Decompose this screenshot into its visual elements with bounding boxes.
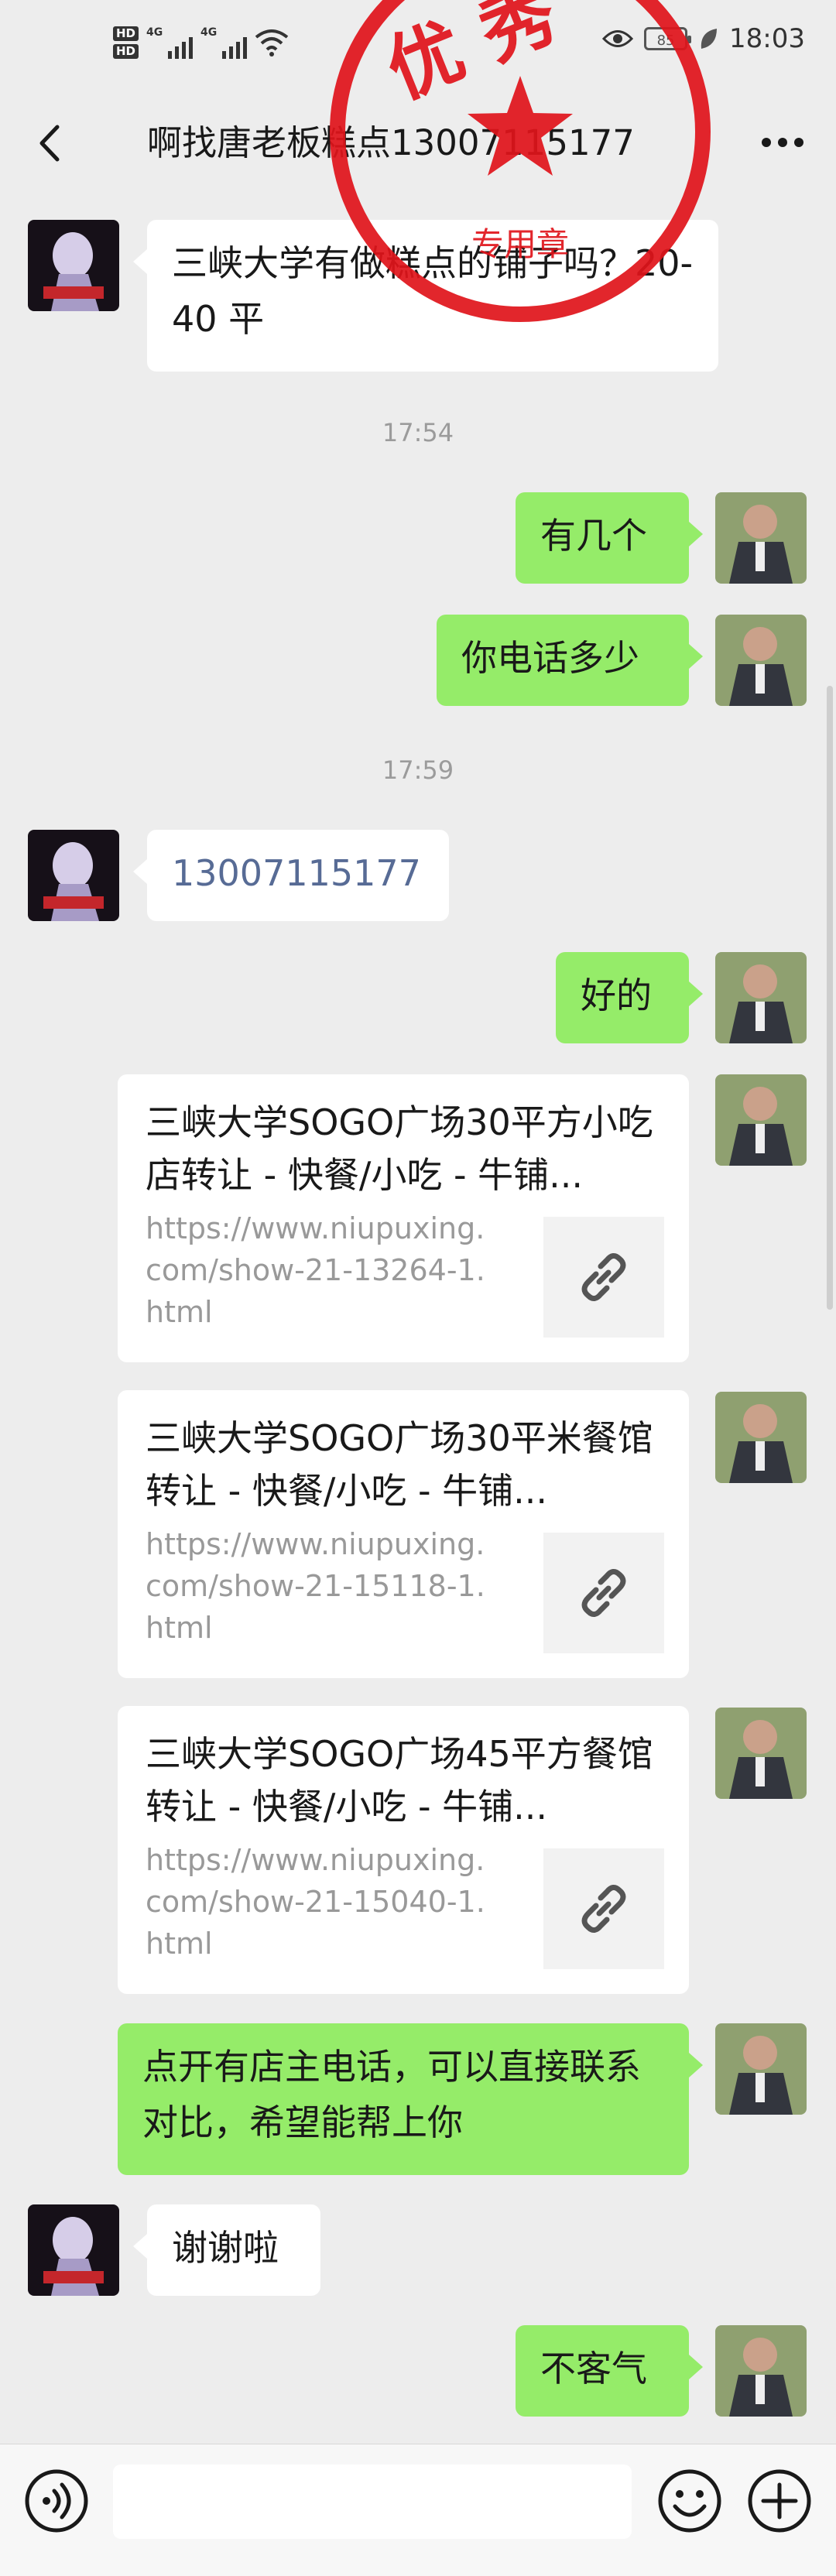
chevron-left-icon [39,125,60,162]
avatar-image [715,1708,807,1799]
message-input[interactable] [113,2465,632,2539]
message-bubble[interactable]: 三峡大学有做糕点的铺子吗？20-40 平 [133,220,718,372]
phone-number-link[interactable]: 13007115177 [133,830,449,921]
more-dots-icon [762,138,803,147]
timestamp: 17:59 [382,755,454,785]
hd-badges: HD HD [113,26,139,59]
link-title: 三峡大学SOGO广场45平方餐馆转让 - 快餐/小吃 - 牛铺... [146,1733,653,1828]
status-indicators: HD HD 4G 4G [113,26,289,59]
link-title: 三峡大学SOGO广场30平方小吃店转让 - 快餐/小吃 - 牛铺... [146,1101,653,1196]
clock: 18:03 [729,23,805,54]
battery-icon: 85 [644,27,692,50]
avatar-image [715,1074,807,1166]
message-bubble[interactable]: 你电话多少 [437,615,703,706]
message-bubble[interactable]: 点开有店主电话，可以直接联系对比，希望能帮上你 [118,2023,703,2175]
avatar-image [715,2325,807,2417]
avatar-image [28,220,119,311]
signal-icon: 4G [200,26,248,59]
chat-header: 啊找唐老板糕点13007115177 [0,101,836,186]
back-button[interactable] [22,116,76,170]
more-button[interactable] [755,119,810,166]
link-card[interactable]: 三峡大学SOGO广场30平米餐馆转让 - 快餐/小吃 - 牛铺... https… [118,1390,689,1678]
wifi-icon [255,29,289,57]
avatar[interactable] [28,830,119,921]
status-right: 85 18:03 [602,23,805,54]
avatar[interactable] [715,2325,807,2417]
avatar-image [715,615,807,706]
avatar-image [715,492,807,584]
link-thumbnail [543,1848,664,1969]
hd-badge: HD [113,44,139,59]
link-card[interactable]: 三峡大学SOGO广场45平方餐馆转让 - 快餐/小吃 - 牛铺... https… [118,1706,689,1994]
timestamp: 17:54 [382,418,454,447]
link-thumbnail [543,1217,664,1338]
avatar[interactable] [715,615,807,706]
avatar-image [715,2023,807,2115]
eye-icon [602,30,634,47]
input-bar [0,2444,836,2576]
avatar[interactable] [715,1392,807,1483]
link-card[interactable]: 三峡大学SOGO广场30平方小吃店转让 - 快餐/小吃 - 牛铺... http… [118,1074,689,1362]
link-url: https://www.niupuxing.com/show-21-15040-… [146,1843,485,1961]
avatar[interactable] [715,2023,807,2115]
link-icon [581,1253,626,1301]
plus-icon[interactable] [746,2468,813,2534]
avatar[interactable] [28,220,119,311]
link-thumbnail [543,1533,664,1653]
scrollbar[interactable] [827,686,833,1310]
link-icon [581,1569,626,1617]
avatar-image [28,2204,119,2296]
link-url: https://www.niupuxing.com/show-21-13264-… [146,1211,485,1329]
hd-badge: HD [113,26,139,41]
avatar-image [715,1392,807,1483]
avatar-image [715,952,807,1043]
link-title: 三峡大学SOGO广场30平米餐馆转让 - 快餐/小吃 - 牛铺... [146,1417,653,1512]
avatar[interactable] [715,1074,807,1166]
signal-icon: 4G [146,26,194,59]
avatar[interactable] [715,952,807,1043]
leaf-icon [701,29,718,49]
avatar[interactable] [715,1708,807,1799]
link-url: https://www.niupuxing.com/show-21-15118-… [146,1527,485,1645]
voice-icon[interactable] [23,2468,90,2534]
message-bubble[interactable]: 有几个 [516,492,703,584]
chat-title: 啊找唐老板糕点13007115177 [147,122,635,163]
avatar-image [28,830,119,921]
link-icon [581,1885,626,1933]
message-bubble[interactable]: 谢谢啦 [133,2204,320,2296]
avatar[interactable] [715,492,807,584]
emoji-icon[interactable] [656,2468,723,2534]
status-bar: HD HD 4G 4G 85 18:03 [0,0,836,101]
message-bubble[interactable]: 不客气 [516,2325,703,2417]
avatar[interactable] [28,2204,119,2296]
message-bubble[interactable]: 好的 [556,952,703,1043]
